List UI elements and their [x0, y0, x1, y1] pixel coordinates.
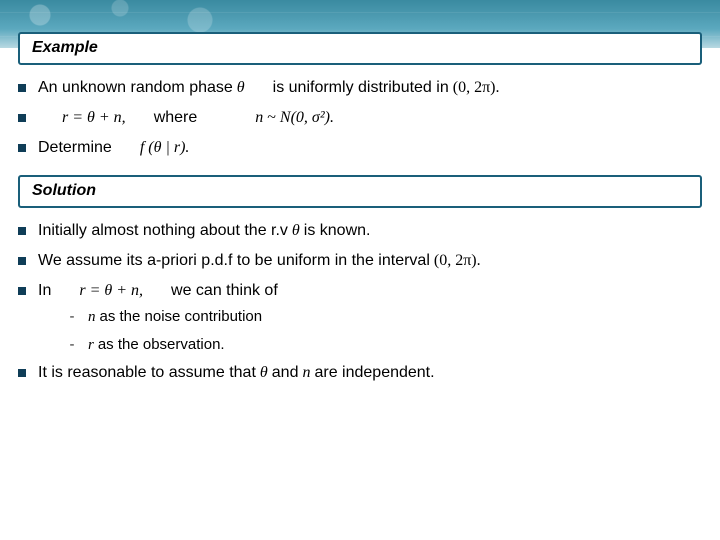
text: is uniformly distributed in [273, 79, 449, 97]
n-var: n [88, 309, 96, 326]
solution-line-1: Initially almost nothing about the r.v θ… [18, 222, 702, 240]
distribution: N(0, σ²). [280, 109, 334, 127]
bullet-icon [18, 287, 26, 295]
theta-symbol: θ [292, 222, 300, 240]
text: An unknown random phase [38, 79, 233, 97]
r-var: r [88, 337, 94, 354]
bullet-icon [18, 144, 26, 152]
bullet-icon [18, 84, 26, 92]
bullet-icon [18, 114, 26, 122]
bullet-icon [18, 227, 26, 235]
solution-line-3: In r = θ + n, we can think of [18, 282, 702, 300]
solution-title: Solution [32, 182, 96, 199]
text: We assume its a-priori p.d.f to be unifo… [38, 252, 430, 270]
problem-line-3: Determine f (θ | r). [18, 139, 702, 157]
slide-content: Example An unknown random phase θ is uni… [18, 32, 702, 530]
text: as the observation. [98, 336, 225, 353]
text: It is reasonable to assume that [38, 364, 256, 382]
text: In [38, 282, 51, 300]
problem-line-1: An unknown random phase θ is uniformly d… [18, 79, 702, 97]
dash-icon: - [66, 336, 78, 353]
bullet-icon [18, 257, 26, 265]
solution-sub-1: - n as the noise contribution [66, 308, 702, 326]
n-var: n [255, 109, 263, 127]
text: Determine [38, 139, 112, 157]
solution-box: Solution [18, 175, 702, 208]
text: are independent. [314, 364, 434, 382]
text: and [272, 364, 299, 382]
solution-line-4: It is reasonable to assume that θ and n … [18, 364, 702, 382]
interval: (0, 2π). [434, 252, 481, 270]
text: we can think of [171, 282, 278, 300]
theta-symbol: θ [260, 364, 268, 382]
text: Initially almost nothing about the r.v [38, 222, 288, 240]
bullet-icon [18, 369, 26, 377]
text: where [154, 109, 198, 127]
text: is known. [304, 222, 371, 240]
example-title: Example [32, 39, 98, 56]
theta-symbol: θ [237, 79, 245, 97]
equation: r = θ + n, [62, 109, 126, 127]
example-box: Example [18, 32, 702, 65]
interval: (0, 2π). [453, 79, 500, 97]
equation: r = θ + n, [79, 282, 143, 300]
tilde: ~ [267, 109, 276, 127]
n-var: n [302, 364, 310, 382]
text: as the noise contribution [100, 308, 263, 325]
solution-sub-2: - r as the observation. [66, 336, 702, 354]
function: f (θ | r). [140, 139, 190, 157]
solution-line-2: We assume its a-priori p.d.f to be unifo… [18, 252, 702, 270]
problem-line-2: r = θ + n, where n ~ N(0, σ²). [18, 109, 702, 127]
dash-icon: - [66, 308, 78, 325]
